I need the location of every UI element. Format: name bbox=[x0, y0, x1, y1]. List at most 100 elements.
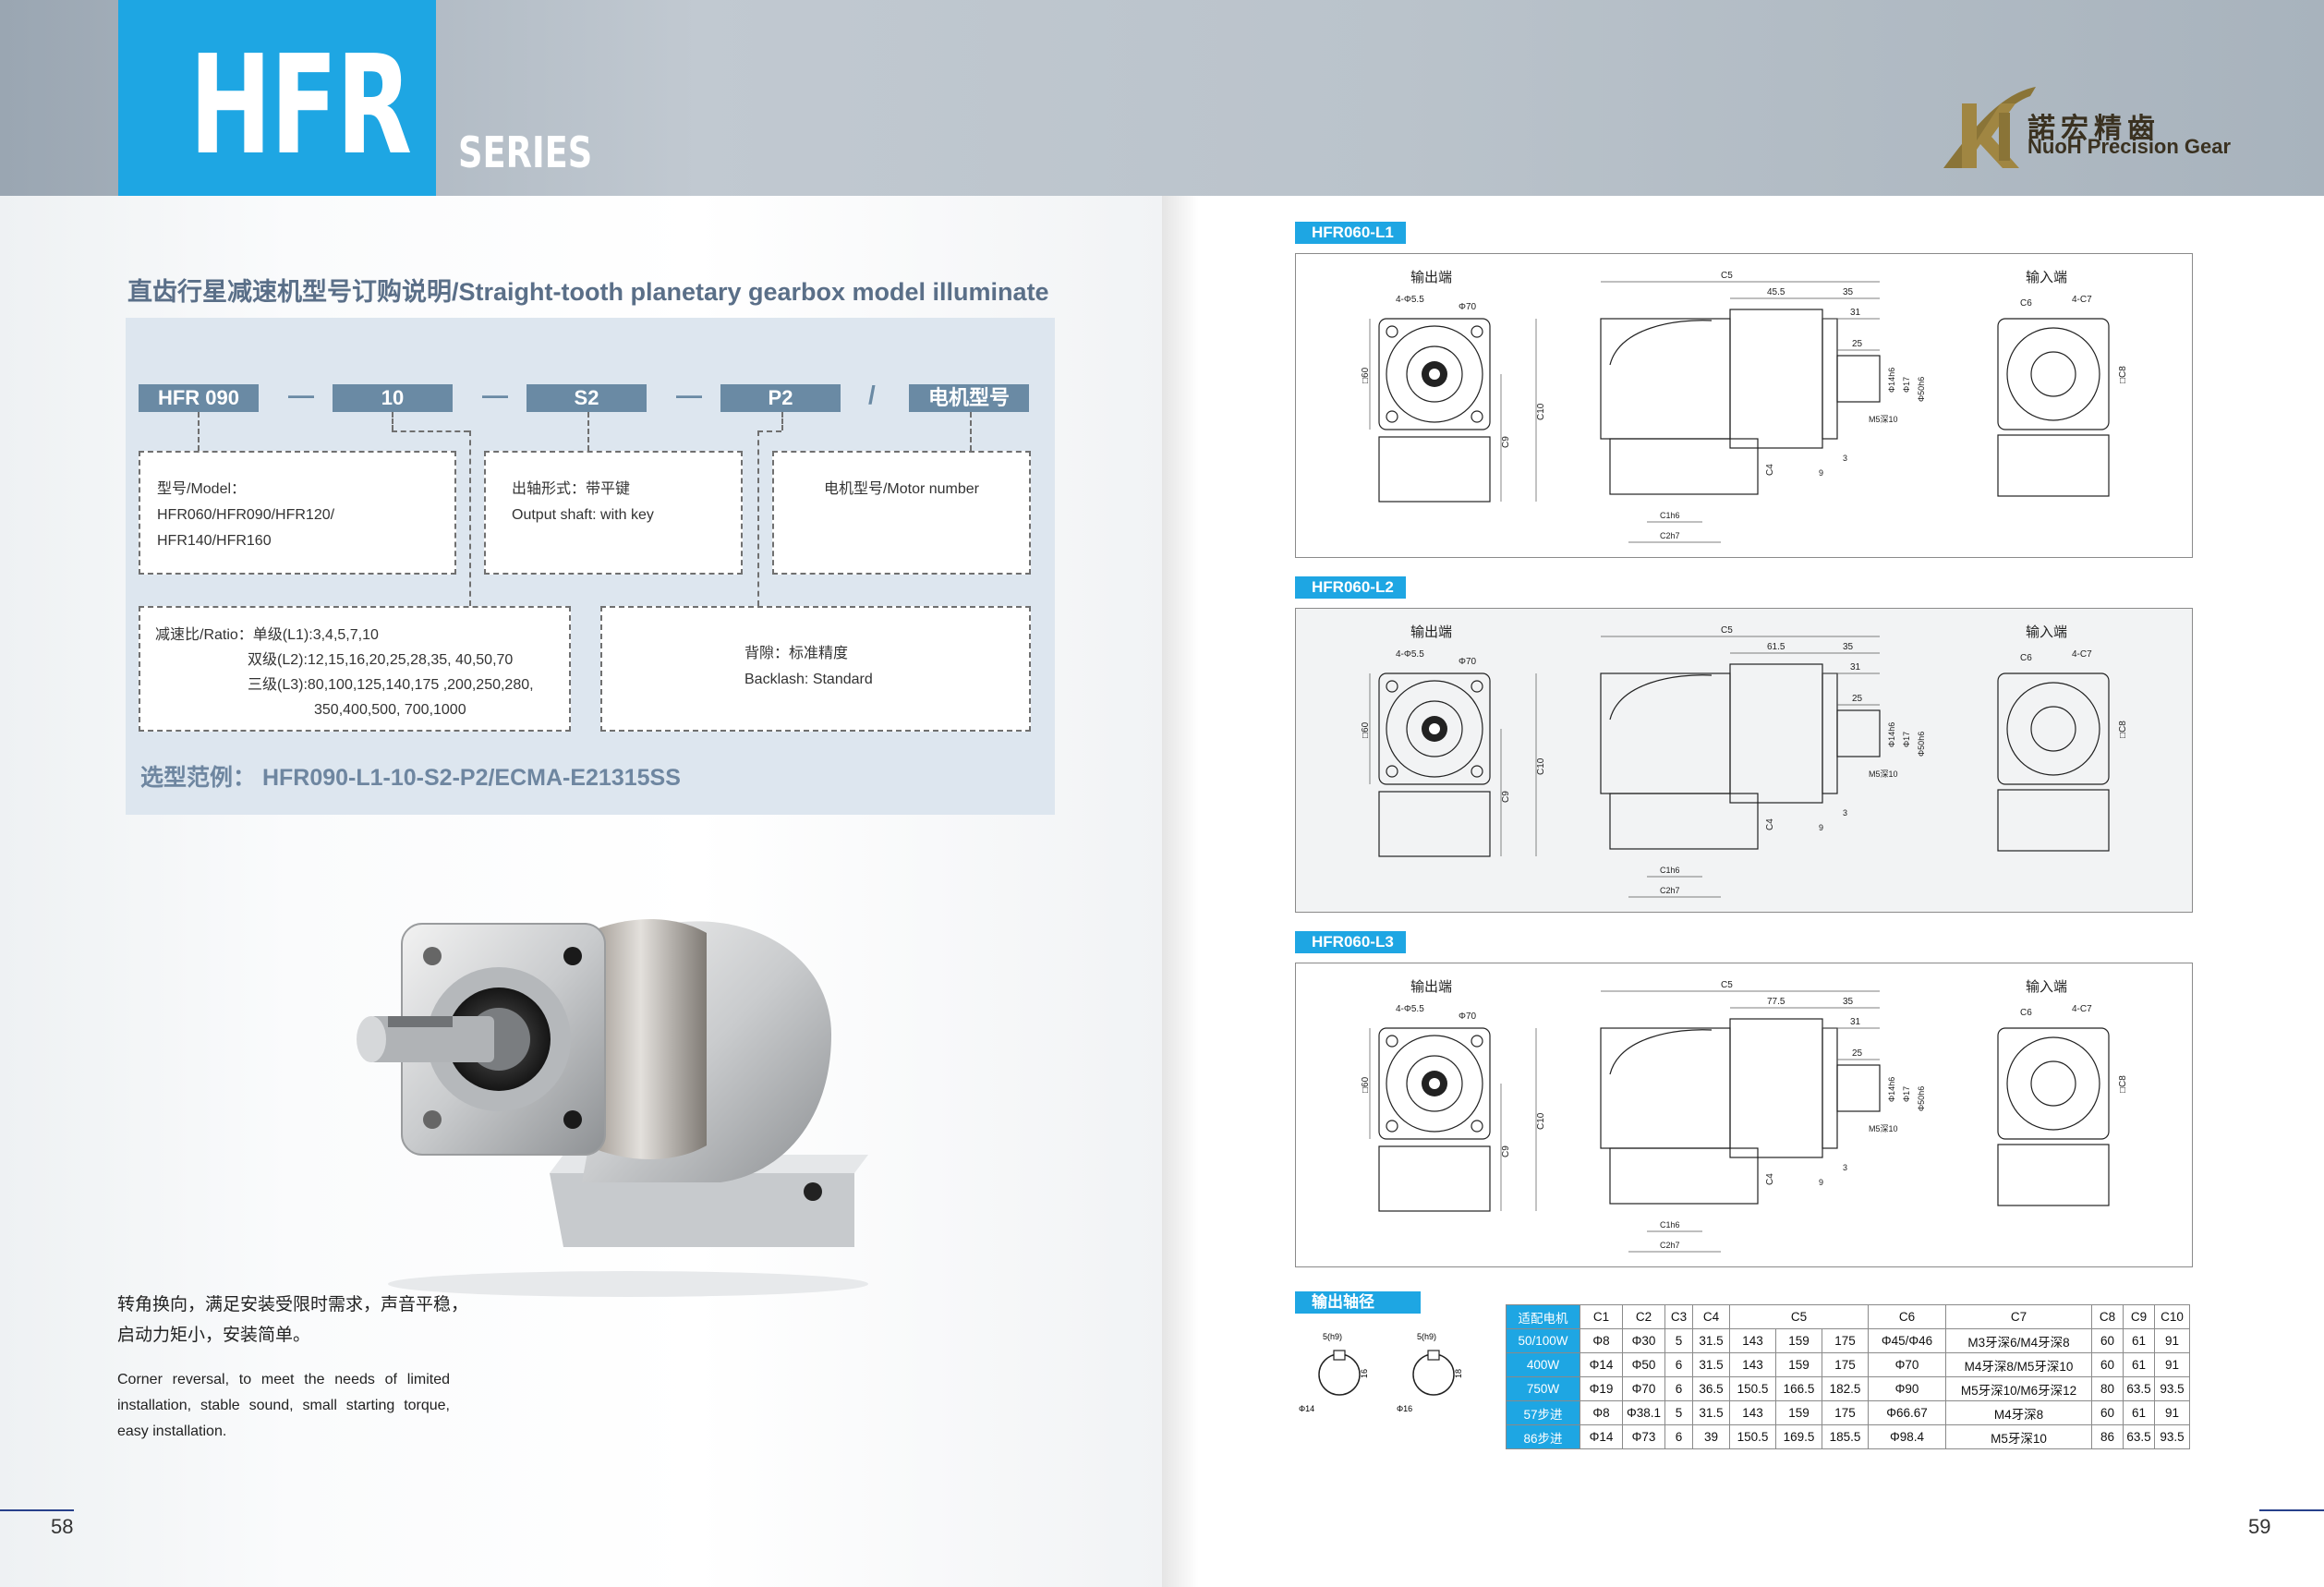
connector-line bbox=[469, 430, 471, 606]
table-cell: 150.5 bbox=[1729, 1376, 1776, 1401]
table-cell: 143 bbox=[1729, 1328, 1776, 1353]
dim-35: 35 bbox=[1843, 997, 1854, 1007]
dim-pitch-circle: Φ70 bbox=[1459, 302, 1477, 312]
dim-c5: C5 bbox=[1721, 980, 1733, 990]
ratio-box: 减速比/Ratio：单级(L1):3,4,5,7,10 双级(L2):12,15… bbox=[139, 606, 571, 732]
dim-c9: C9 bbox=[1501, 1145, 1511, 1157]
shaft-section-tag: 输出轴径 bbox=[1295, 1291, 1421, 1314]
output-shaft bbox=[1836, 1064, 1881, 1112]
dim-c5-offset: 77.5 bbox=[1767, 997, 1785, 1007]
dim-c7: 4-C7 bbox=[2072, 649, 2092, 660]
table-header-cell: C9 bbox=[2123, 1304, 2155, 1329]
table-cell: 61 bbox=[2123, 1400, 2155, 1425]
input-base bbox=[1997, 1144, 2110, 1206]
dim-35: 35 bbox=[1843, 287, 1854, 297]
bolt-hole bbox=[1471, 1120, 1483, 1133]
bolt-hole bbox=[1386, 765, 1398, 778]
input-circle bbox=[2006, 1036, 2100, 1131]
shaft-center bbox=[1429, 723, 1440, 734]
dim-c1: C1h6 bbox=[1660, 1220, 1680, 1230]
dim-c5-offset: 61.5 bbox=[1767, 642, 1785, 652]
table-header-row: 适配电机 C1 C2 C3 C4 C5 C6 C7 C8 C9 C10 bbox=[1506, 1304, 2190, 1329]
dim-c6: C6 bbox=[2020, 298, 2032, 309]
gear-drum bbox=[1729, 663, 1823, 804]
table-cell: 175 bbox=[1822, 1400, 1869, 1425]
dim-bolt-holes: 4-Φ5.5 bbox=[1396, 649, 1424, 660]
table-cell: 60 bbox=[2091, 1352, 2124, 1377]
table-cell: Φ14 bbox=[1580, 1424, 1623, 1449]
table-cell: 159 bbox=[1775, 1352, 1822, 1377]
dim-bolt-holes: 4-Φ5.5 bbox=[1396, 295, 1424, 305]
connector-line bbox=[757, 430, 759, 606]
input-end-label: 输入端 bbox=[2026, 270, 2067, 285]
motor-type-cell: 57步进 bbox=[1506, 1400, 1580, 1425]
code-backlash: P2 bbox=[720, 384, 841, 412]
technical-drawing: 输出端 4-Φ5.5 Φ70 □60 C9 C10 C5 61.5 35 31 25 Φ14h6 Φ17… bbox=[1361, 624, 2128, 898]
dim-c10: C10 bbox=[1536, 403, 1546, 420]
table-cell: M5牙深10/M6牙深12 bbox=[1945, 1376, 2092, 1401]
motor-type-cell: 86步进 bbox=[1506, 1424, 1580, 1449]
output-flange-side bbox=[1822, 318, 1838, 440]
table-header-cell: C10 bbox=[2154, 1304, 2190, 1329]
bolt-hole bbox=[1386, 1120, 1398, 1133]
output-base bbox=[1378, 436, 1491, 503]
table-cell: 6 bbox=[1664, 1376, 1693, 1401]
bolt-hole bbox=[1386, 325, 1398, 338]
dim-c5-offset: 45.5 bbox=[1767, 287, 1785, 297]
code-separator: — bbox=[482, 381, 508, 409]
shaft-a-diameter: Φ14 bbox=[1299, 1404, 1314, 1413]
drawing-frame: 输出端 4-Φ5.5 Φ70 □60 C9 C10 C5 45.5 35 31 25 Φ14h6 Φ17… bbox=[1295, 253, 2193, 558]
dim-c9: C9 bbox=[1501, 436, 1511, 448]
dim-c10: C10 bbox=[1536, 1112, 1546, 1130]
table-cell: Φ50 bbox=[1622, 1352, 1665, 1377]
table-cell: M4牙深8/M5牙深10 bbox=[1945, 1352, 2092, 1377]
output-flange-side bbox=[1822, 1027, 1838, 1149]
table-cell: 60 bbox=[2091, 1328, 2124, 1353]
housing-curve bbox=[1609, 674, 1713, 721]
output-shaft bbox=[1836, 355, 1881, 403]
dim-3: 3 bbox=[1843, 454, 1847, 463]
table-cell: M3牙深6/M4牙深8 bbox=[1945, 1328, 2092, 1353]
bolt-hole bbox=[1471, 680, 1483, 693]
dim-flange-square: □60 bbox=[1361, 367, 1371, 383]
model-box: 型号/Model： HFR060/HFR090/HFR120/ HFR140/H… bbox=[139, 451, 456, 575]
input-flange bbox=[1997, 672, 2110, 785]
bolt-hole bbox=[1471, 765, 1483, 778]
dim-9: 9 bbox=[1819, 1178, 1823, 1187]
table-cell: Φ98.4 bbox=[1868, 1424, 1946, 1449]
table-header-cell: C5 bbox=[1729, 1304, 1869, 1329]
connector-line bbox=[587, 412, 589, 451]
motor-type-cell: 50/100W bbox=[1506, 1328, 1580, 1353]
technical-drawing: 输出端 4-Φ5.5 Φ70 □60 C9 C10 C5 45.5 35 31 25 Φ14h6 Φ17… bbox=[1361, 270, 2128, 543]
dim-3: 3 bbox=[1843, 1163, 1847, 1172]
code-series: HFR 090 bbox=[139, 384, 259, 412]
technical-drawing: 输出端 4-Φ5.5 Φ70 □60 C9 C10 C5 77.5 35 31 25 Φ14h6 Φ17… bbox=[1361, 979, 2128, 1253]
dim-c8: □C8 bbox=[2118, 1075, 2128, 1093]
table-cell: 31.5 bbox=[1692, 1328, 1730, 1353]
table-cell: Φ70 bbox=[1868, 1352, 1946, 1377]
code-motor: 电机型号 bbox=[909, 384, 1029, 412]
input-bore bbox=[2030, 1060, 2076, 1107]
dim-bolt-holes: 4-Φ5.5 bbox=[1396, 1004, 1424, 1014]
table-cell: 86 bbox=[2091, 1424, 2124, 1449]
dim-phi17: Φ17 bbox=[1902, 1086, 1911, 1102]
dim-25: 25 bbox=[1852, 339, 1863, 349]
bolt-hole bbox=[1386, 680, 1398, 693]
table-cell: 159 bbox=[1775, 1400, 1822, 1425]
gearbox-product-photo bbox=[357, 919, 868, 1297]
connector-line bbox=[781, 412, 783, 430]
connector-line bbox=[970, 412, 972, 451]
dim-phi17: Φ17 bbox=[1902, 732, 1911, 747]
dim-3: 3 bbox=[1843, 808, 1847, 818]
table-cell: Φ45/Φ46 bbox=[1868, 1328, 1946, 1353]
input-circle bbox=[2006, 682, 2100, 776]
dim-31: 31 bbox=[1850, 308, 1861, 318]
table-cell: 185.5 bbox=[1822, 1424, 1869, 1449]
shaft-box: 出轴形式：带平键 Output shaft: with key bbox=[484, 451, 743, 575]
connector-line bbox=[392, 412, 393, 430]
dim-c2: C2h7 bbox=[1660, 1241, 1680, 1250]
dim-c5: C5 bbox=[1721, 625, 1733, 636]
table-row: 57步进 Φ8 Φ38.1 5 31.5 143 159 175 Φ66.67 M4牙深8 60 61… bbox=[1506, 1400, 2190, 1425]
backlash-box: 背隙：标准精度 Backlash: Standard bbox=[600, 606, 1031, 732]
table-cell: 159 bbox=[1775, 1328, 1822, 1353]
